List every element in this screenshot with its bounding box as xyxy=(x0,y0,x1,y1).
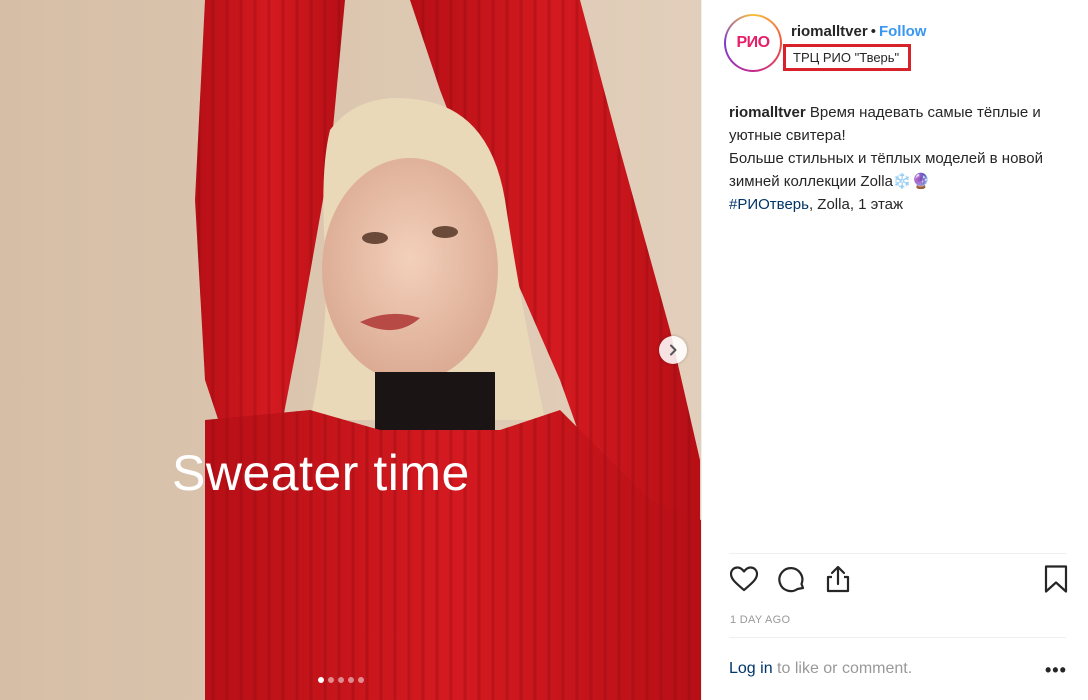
login-suffix: to like or comment. xyxy=(772,660,913,677)
post-header: РИО riomalltver • Follow ТРЦ РИО "Тверь" xyxy=(702,0,1088,80)
action-bar xyxy=(729,564,1069,596)
post-caption: riomalltver Время надевать самые тёплые … xyxy=(729,101,1069,216)
carousel-next-button[interactable] xyxy=(659,336,687,364)
heart-icon xyxy=(729,566,759,592)
avatar-logo-text: РИО xyxy=(736,33,770,51)
post-sidebar: РИО riomalltver • Follow ТРЦ РИО "Тверь" r… xyxy=(701,0,1088,700)
chevron-right-icon xyxy=(670,344,677,356)
post-media[interactable]: Sweater time xyxy=(0,0,701,700)
like-button[interactable] xyxy=(729,564,759,594)
share-button[interactable] xyxy=(823,564,853,594)
save-button[interactable] xyxy=(1041,564,1071,594)
carousel-dot xyxy=(338,677,344,683)
comment-icon xyxy=(778,567,805,593)
carousel-dot xyxy=(328,677,334,683)
divider xyxy=(729,553,1066,554)
follow-button[interactable]: Follow xyxy=(879,23,927,40)
avatar[interactable]: РИО xyxy=(724,14,782,72)
carousel-indicator xyxy=(318,677,364,683)
bookmark-icon xyxy=(1044,565,1068,593)
login-link[interactable]: Log in xyxy=(729,660,773,677)
comment-button[interactable] xyxy=(777,564,807,594)
post-photo xyxy=(0,0,701,700)
share-icon xyxy=(826,565,850,593)
caption-username[interactable]: riomalltver xyxy=(729,104,806,121)
carousel-dot xyxy=(358,677,364,683)
login-prompt: Log in to like or comment. xyxy=(729,660,912,678)
post-timestamp[interactable]: 1 DAY AGO xyxy=(730,614,790,626)
divider xyxy=(729,637,1066,638)
avatar-logo: РИО xyxy=(726,16,780,70)
username-link[interactable]: riomalltver xyxy=(791,23,868,40)
location-link[interactable]: ТРЦ РИО "Тверь" xyxy=(783,44,912,71)
caption-text-2: Больше стильных и тёплых моделей в новой… xyxy=(729,150,1043,190)
separator-dot: • xyxy=(870,23,876,40)
caption-hashtag[interactable]: #РИОтверь xyxy=(729,196,809,213)
more-options-icon[interactable]: ••• xyxy=(1045,661,1067,679)
caption-text-3: , Zolla, 1 этаж xyxy=(808,196,904,213)
username-line: riomalltver • Follow xyxy=(791,23,926,40)
carousel-dot xyxy=(318,677,324,683)
carousel-dot xyxy=(348,677,354,683)
overlay-caption: Sweater time xyxy=(172,445,470,501)
